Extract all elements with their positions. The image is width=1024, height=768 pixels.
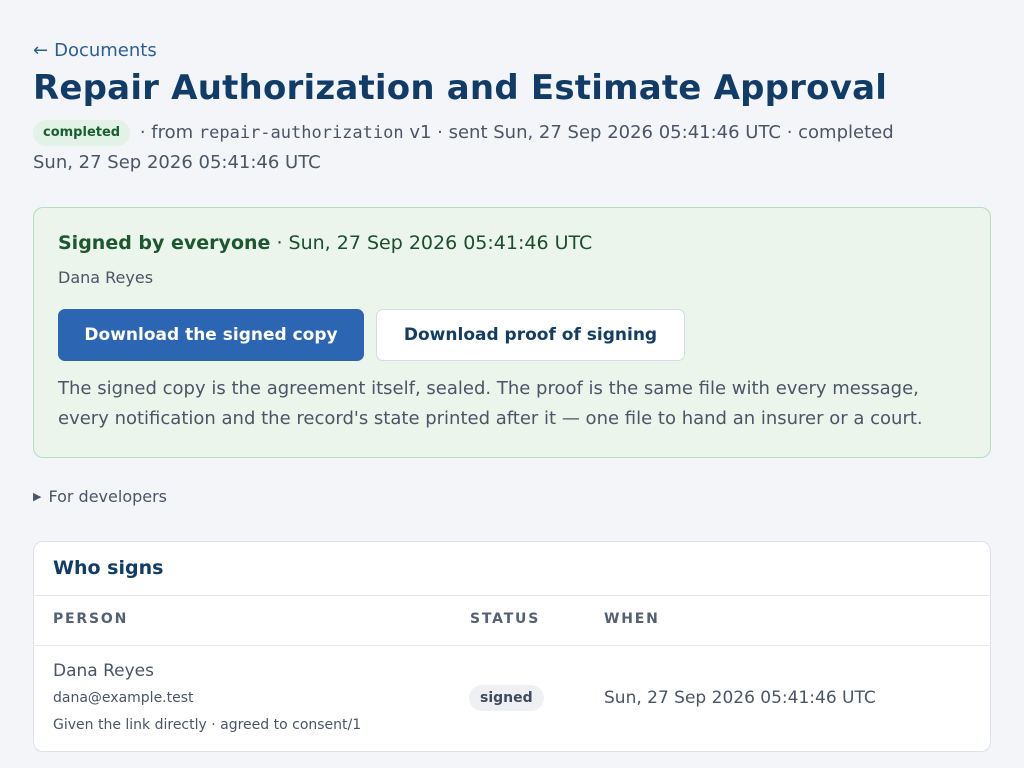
signed-summary-panel: Signed by everyone · Sun, 27 Sep 2026 05… xyxy=(33,207,991,458)
download-signed-copy-button[interactable]: Download the signed copy xyxy=(58,309,364,361)
completed-timestamp: Sun, 27 Sep 2026 05:41:46 UTC xyxy=(33,152,321,173)
sent-timestamp: Sun, 27 Sep 2026 05:41:46 UTC xyxy=(493,122,781,143)
page-title: Repair Authorization and Estimate Approv… xyxy=(33,68,888,108)
signed-explainer-text: The signed copy is the agreement itself,… xyxy=(58,378,923,429)
signed-timestamp: Sun, 27 Sep 2026 05:41:46 UTC xyxy=(288,232,593,254)
signer-note: Given the link directly · agreed to cons… xyxy=(53,717,362,733)
for-developers-toggle[interactable]: ▶ For developers xyxy=(33,487,167,506)
person-column-header: PERSON xyxy=(53,611,129,627)
who-signs-card: Who signs PERSON STATUS WHEN Dana Reyes … xyxy=(33,541,991,752)
who-signs-title: Who signs xyxy=(53,557,164,579)
back-arrow-icon: ← xyxy=(33,40,49,61)
headline-separator: · xyxy=(270,232,289,254)
when-column-header: WHEN xyxy=(604,611,660,627)
template-version: v1 xyxy=(403,122,432,143)
back-link-label: Documents xyxy=(54,40,157,61)
signer-email: dana@example.test xyxy=(53,690,194,706)
download-proof-button[interactable]: Download proof of signing xyxy=(376,309,685,361)
signed-headline: Signed by everyone · Sun, 27 Sep 2026 05… xyxy=(58,232,592,254)
template-name: repair-authorization xyxy=(198,123,404,143)
signed-by-everyone-label: Signed by everyone xyxy=(58,232,271,254)
disclosure-triangle-icon: ▶ xyxy=(33,490,42,503)
document-meta: completed · from repair-authorization v1… xyxy=(33,118,933,178)
back-to-documents-link[interactable]: ← Documents xyxy=(33,40,157,61)
status-column-header: STATUS xyxy=(470,611,541,627)
document-page: ← Documents Repair Authorization and Esti… xyxy=(0,0,1024,768)
signer-status-badge: signed xyxy=(469,685,544,711)
signer-name: Dana Reyes xyxy=(53,661,154,681)
status-badge: completed xyxy=(33,120,131,146)
signer-names: Dana Reyes xyxy=(58,268,154,287)
sent-prefix: · sent xyxy=(431,122,494,143)
from-prefix: · from xyxy=(134,122,199,143)
card-divider xyxy=(34,595,990,596)
signer-when: Sun, 27 Sep 2026 05:41:46 UTC xyxy=(604,688,876,708)
header-divider xyxy=(34,645,990,646)
for-developers-label: For developers xyxy=(48,487,168,506)
completed-prefix: · completed xyxy=(780,122,894,143)
